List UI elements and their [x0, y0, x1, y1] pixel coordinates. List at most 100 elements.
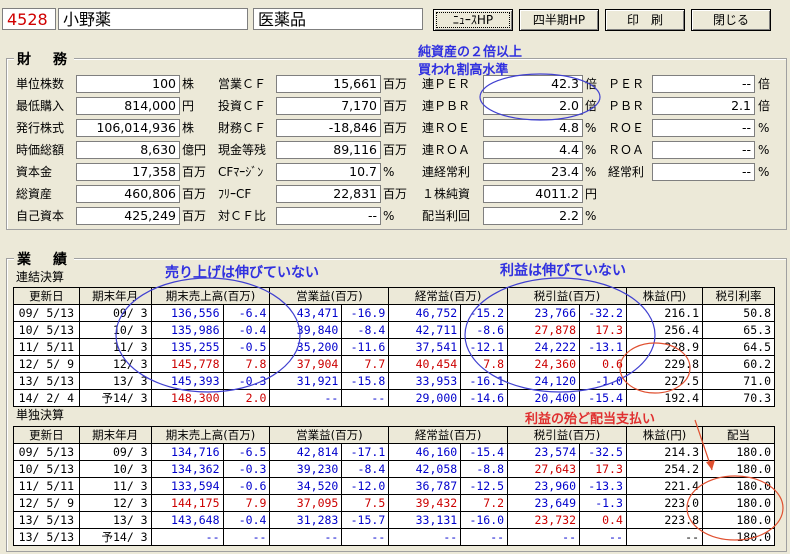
cons-cell-op_pct: -11.6 [341, 338, 390, 356]
fin-unit-col3-5: 円 [585, 187, 598, 201]
fin-value-col4-0[interactable]: -- [652, 75, 755, 93]
print-button[interactable]: 印 刷 [605, 9, 685, 31]
table-row[interactable]: 10/ 5/13 10/ 3 134,362 -0.3 39,230 -8.4 42,058… [13, 460, 775, 478]
cons-header-6[interactable]: 株益(円) [625, 287, 704, 305]
results-title: 業 績 [14, 249, 74, 269]
fin-label-col1-2: 発行株式 [16, 121, 65, 135]
table-row[interactable]: 13/ 5/13 13/ 3 143,648 -0.4 31,283 -15.7 33,13… [13, 511, 775, 529]
fin-value-col2-5[interactable]: 22,831 [276, 185, 381, 203]
fin-value-col2-4[interactable]: 10.7 [276, 163, 381, 181]
std-cell-period: 13/ 3 [78, 511, 152, 529]
cons-cell-sales: 135,255 [150, 338, 224, 356]
cons-cell-sales: 135,986 [150, 321, 224, 339]
cons-cell-op: 31,921 [269, 372, 343, 390]
std-header-3[interactable]: 営業益(百万) [269, 426, 390, 444]
table-row[interactable]: 11/ 5/11 11/ 3 135,255 -0.5 35,200 -11.6 37,54… [13, 338, 775, 356]
fin-value-col4-4[interactable]: -- [652, 163, 755, 181]
fin-value-col4-3[interactable]: -- [652, 141, 755, 159]
cons-header-1[interactable]: 期末年月 [78, 287, 152, 305]
std-cell-ord_pct: -- [460, 528, 509, 546]
fin-label-col1-5: 総資産 [16, 187, 53, 201]
std-cell-ord: 39,432 [388, 494, 462, 512]
cons-header-3[interactable]: 営業益(百万) [269, 287, 390, 305]
std-header-2[interactable]: 期末売上高(百万) [150, 426, 271, 444]
std-cell-op: 42,814 [269, 443, 343, 461]
fin-value-col1-4[interactable]: 17,358 [76, 163, 180, 181]
cons-cell-sales: 136,556 [150, 304, 224, 322]
fin-value-col2-6[interactable]: -- [276, 207, 381, 225]
std-cell-extra: 180.0 [702, 477, 775, 495]
cons-header-7[interactable]: 税引利率 [702, 287, 775, 305]
cons-header-5[interactable]: 税引益(百万) [507, 287, 627, 305]
fin-value-col3-1[interactable]: 2.0 [483, 97, 583, 115]
cons-header-2[interactable]: 期末売上高(百万) [150, 287, 271, 305]
cons-cell-date: 13/ 5/13 [13, 372, 80, 390]
std-cell-ord: 42,058 [388, 460, 462, 478]
std-header-1[interactable]: 期末年月 [78, 426, 152, 444]
fin-value-col1-2[interactable]: 106,014,936 [76, 119, 180, 137]
table-row[interactable]: 11/ 5/11 11/ 3 133,594 -0.6 34,520 -12.0 36,78… [13, 477, 775, 495]
fin-value-col3-2[interactable]: 4.8 [483, 119, 583, 137]
table-row[interactable]: 14/ 2/ 4 予14/ 3 148,300 2.0 -- -- 29,000 -14.6 2… [13, 389, 775, 407]
table-row[interactable]: 10/ 5/13 10/ 3 135,986 -0.4 39,840 -8.4 42,711… [13, 321, 775, 339]
std-cell-net_pct: -32.5 [579, 443, 627, 461]
std-cell-sales_pct: -0.4 [222, 511, 271, 529]
std-cell-date: 09/ 5/13 [13, 443, 80, 461]
cons-cell-ord_pct: -14.6 [460, 389, 509, 407]
quarterly-hp-button[interactable]: 四半期HP [519, 9, 599, 31]
fin-value-col4-2[interactable]: -- [652, 119, 755, 137]
std-header-5[interactable]: 税引益(百万) [507, 426, 627, 444]
std-cell-op: 31,283 [269, 511, 343, 529]
cons-cell-net: 24,120 [507, 372, 580, 390]
fin-value-col2-3[interactable]: 89,116 [276, 141, 381, 159]
cons-cell-sales: 145,778 [150, 355, 224, 373]
fin-value-col4-1[interactable]: 2.1 [652, 97, 755, 115]
cons-cell-net: 23,766 [507, 304, 580, 322]
cons-cell-net_pct: -1.0 [579, 372, 627, 390]
fin-value-col1-0[interactable]: 100 [76, 75, 180, 93]
std-cell-ord: 33,131 [388, 511, 462, 529]
fin-unit-col2-2: 百万 [383, 121, 408, 135]
fin-value-col1-6[interactable]: 425,249 [76, 207, 180, 225]
fin-unit-col4-0: 倍 [758, 77, 771, 91]
cons-cell-ord_pct: 7.8 [460, 355, 509, 373]
news-hp-button[interactable]: ﾆｭｰｽHP [433, 9, 513, 31]
per-note-line1: 純資産の２倍以上 [418, 45, 523, 60]
close-button[interactable]: 閉じる [691, 9, 771, 31]
std-header-7[interactable]: 配当 [702, 426, 775, 444]
fin-value-col3-4[interactable]: 23.4 [483, 163, 583, 181]
table-row[interactable]: 13/ 5/13 予14/ 3 -- -- -- -- -- -- -- -- -- 180.0 [13, 528, 775, 546]
std-header-0[interactable]: 更新日 [13, 426, 80, 444]
std-cell-sales: 143,648 [150, 511, 224, 529]
fin-value-col1-3[interactable]: 8,630 [76, 141, 180, 159]
std-header-4[interactable]: 経常益(百万) [388, 426, 509, 444]
fin-value-col2-0[interactable]: 15,661 [276, 75, 381, 93]
fin-label-col2-4: CFﾏｰｼﾞﾝ [218, 165, 264, 179]
table-row[interactable]: 12/ 5/ 9 12/ 3 144,175 7.9 37,095 7.5 39,432 7.… [13, 494, 775, 512]
cons-header-4[interactable]: 経常益(百万) [388, 287, 509, 305]
cons-cell-date: 09/ 5/13 [13, 304, 80, 322]
table-row[interactable]: 09/ 5/13 09/ 3 134,716 -6.5 42,814 -17.1 46,16… [13, 443, 775, 461]
std-cell-sales_pct: -6.5 [222, 443, 271, 461]
cons-cell-extra: 64.5 [702, 338, 775, 356]
std-cell-ord_pct: -15.4 [460, 443, 509, 461]
std-cell-date: 13/ 5/13 [13, 511, 80, 529]
fin-value-col2-2[interactable]: -18,846 [276, 119, 381, 137]
std-header-6[interactable]: 株益(円) [625, 426, 704, 444]
fin-value-col3-6[interactable]: 2.2 [483, 207, 583, 225]
std-cell-sales: 133,594 [150, 477, 224, 495]
cons-cell-eps: 229.8 [625, 355, 704, 373]
fin-unit-col1-2: 株 [182, 121, 195, 135]
fin-value-col1-1[interactable]: 814,000 [76, 97, 180, 115]
fin-value-col3-3[interactable]: 4.4 [483, 141, 583, 159]
cons-header-0[interactable]: 更新日 [13, 287, 80, 305]
fin-value-col1-5[interactable]: 460,806 [76, 185, 180, 203]
cons-cell-eps: 192.4 [625, 389, 704, 407]
table-row[interactable]: 13/ 5/13 13/ 3 145,393 -0.3 31,921 -15.8 33,95… [13, 372, 775, 390]
std-cell-period: 11/ 3 [78, 477, 152, 495]
table-row[interactable]: 09/ 5/13 09/ 3 136,556 -6.4 43,471 -16.9 46,75… [13, 304, 775, 322]
table-row[interactable]: 12/ 5/ 9 12/ 3 145,778 7.8 37,904 7.7 40,454 7.… [13, 355, 775, 373]
fin-value-col2-1[interactable]: 7,170 [276, 97, 381, 115]
cons-cell-net: 27,878 [507, 321, 580, 339]
fin-value-col3-5[interactable]: 4011.2 [483, 185, 583, 203]
